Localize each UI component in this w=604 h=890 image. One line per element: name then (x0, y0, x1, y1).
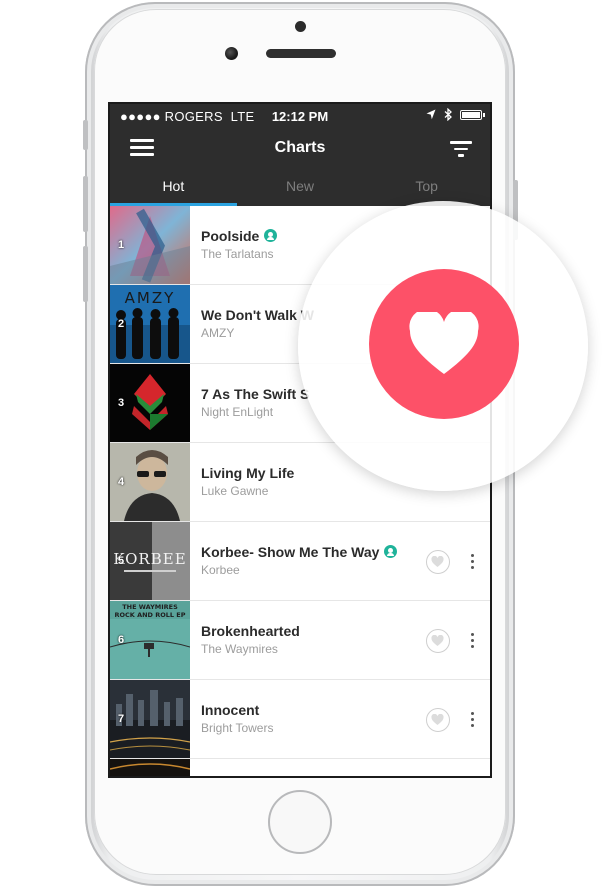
heart-outline-icon[interactable] (426, 708, 450, 732)
artist-name: Luke Gawne (201, 484, 269, 498)
artist-name: The Tarlatans (201, 247, 274, 261)
verified-artist-icon (384, 545, 398, 558)
track-title: Korbee- Show Me The Way (201, 544, 398, 560)
home-button[interactable] (268, 790, 332, 854)
mute-switch (83, 120, 88, 150)
battery-icon (460, 109, 485, 120)
rank-number: 1 (118, 239, 125, 251)
track-title: Brokenhearted (201, 623, 300, 639)
status-icons (426, 108, 485, 121)
rank-number: 5 (118, 555, 125, 567)
bluetooth-icon (444, 108, 452, 121)
artist-name: Bright Towers (201, 721, 274, 735)
proximity-sensor (295, 21, 306, 32)
vertical-dots-icon[interactable] (470, 711, 476, 729)
album-art-text: KORBEE (113, 550, 186, 568)
rank-number: 3 (118, 397, 125, 409)
rank-number: 2 (118, 318, 125, 330)
album-art-text: AMZY (125, 289, 176, 307)
album-art (110, 759, 190, 776)
rank-number: 7 (118, 713, 125, 725)
track-title: Living My Life (201, 465, 295, 481)
location-arrow-icon (426, 109, 436, 120)
verified-artist-icon (264, 229, 278, 242)
earpiece-speaker (266, 49, 336, 58)
track-row[interactable] (110, 759, 490, 776)
rank-number: 4 (118, 476, 125, 488)
volume-down-button (83, 246, 88, 302)
tab-hot[interactable]: Hot (110, 172, 237, 206)
volume-up-button (83, 176, 88, 232)
track-title: We Don't Walk W (201, 307, 314, 323)
rank-number: 6 (118, 634, 125, 646)
album-art-text: THE WAYMIRES ROCK AND ROLL EP (114, 603, 186, 619)
vertical-dots-icon[interactable] (470, 632, 476, 650)
artist-name: The Waymires (201, 642, 278, 656)
artist-name: Korbee (201, 563, 240, 577)
track-title: Innocent (201, 702, 260, 718)
vertical-dots-icon[interactable] (470, 553, 476, 571)
track-title: 7 As The Swift S (201, 386, 310, 402)
status-bar: ●●●●● ROGERS LTE 12:12 PM (110, 104, 490, 128)
track-title: Poolside (201, 228, 278, 244)
front-camera (225, 47, 238, 60)
nav-bar: Charts (110, 128, 490, 172)
tab-new[interactable]: New (237, 172, 364, 206)
artist-name: AMZY (201, 326, 235, 340)
page-title: Charts (274, 139, 326, 156)
filter-icon[interactable] (450, 139, 474, 159)
heart-outline-icon[interactable] (426, 550, 450, 574)
track-title-text: Poolside (201, 228, 260, 244)
heart-outline-icon[interactable] (426, 629, 450, 653)
track-title-text: Korbee- Show Me The Way (201, 544, 380, 560)
track-row[interactable]: KORBEE 5 Korbee- Show Me The Way Korbee (110, 522, 490, 601)
track-row[interactable]: THE WAYMIRES ROCK AND ROLL EP 6 Brokenhe… (110, 601, 490, 680)
artist-name: Night EnLight (201, 405, 274, 419)
heart-filled-icon[interactable] (369, 269, 519, 419)
track-row[interactable]: 7 Innocent Bright Towers (110, 680, 490, 759)
